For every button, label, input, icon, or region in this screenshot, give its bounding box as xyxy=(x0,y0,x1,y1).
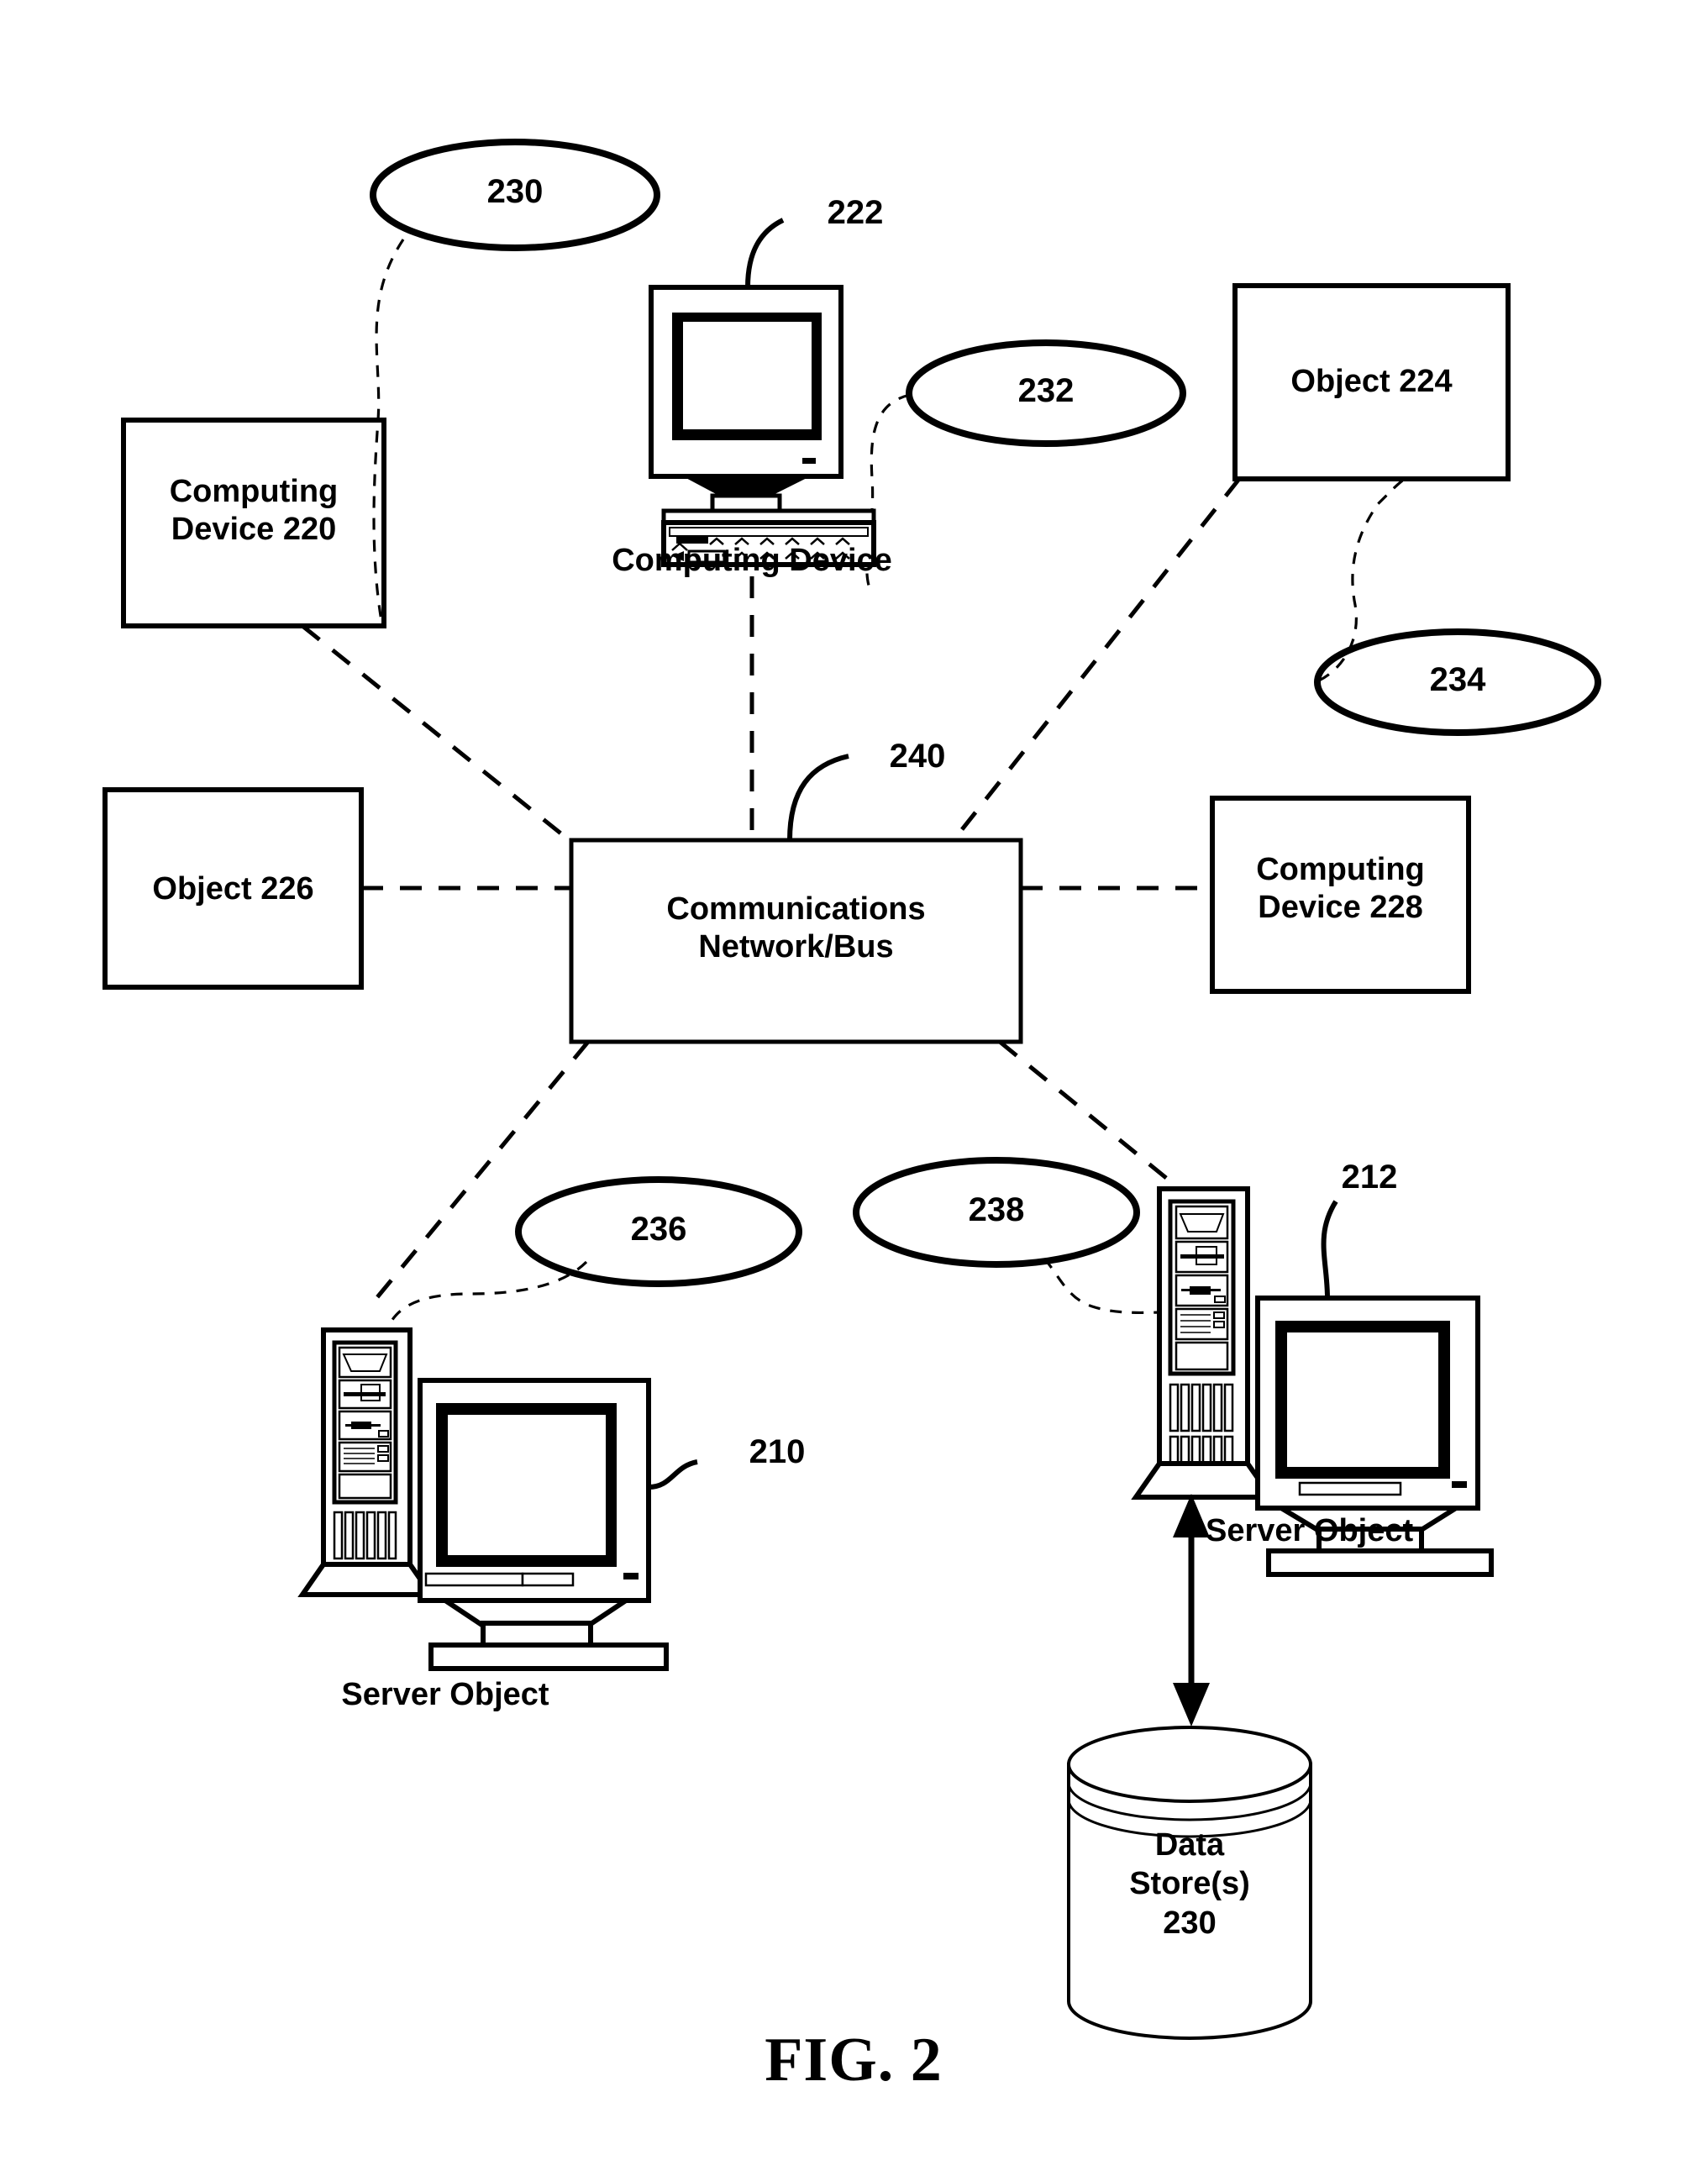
object-224-box xyxy=(1232,283,1511,481)
computing-device-228-box xyxy=(1210,796,1471,994)
keyboard-spacebar xyxy=(687,549,726,564)
server-bay-4-led-1 xyxy=(377,1445,389,1453)
leader-238 xyxy=(1043,1257,1164,1315)
data-store-cylinder xyxy=(1067,1726,1312,2040)
figure-caption: FIG. 2 xyxy=(765,2026,943,2095)
callout-238-ellipse xyxy=(853,1157,1140,1268)
server-bay-3-led xyxy=(378,1430,389,1438)
server-datastore-arrow xyxy=(1173,1494,1210,1727)
server-monitor-right-ctrl-strip xyxy=(1298,1481,1402,1496)
ref-222-leader xyxy=(745,218,785,288)
leader-236 xyxy=(385,1260,588,1332)
server-right-bay-2-slot xyxy=(1180,1254,1224,1259)
server-right-bay-4-led-1 xyxy=(1213,1311,1225,1319)
server-right-bay-blank-5 xyxy=(1175,1341,1229,1371)
ref-212-leader xyxy=(1321,1200,1338,1299)
server-monitor-right-screen xyxy=(1287,1332,1438,1467)
arrow-head-down xyxy=(1173,1683,1210,1727)
callout-234-ellipse xyxy=(1314,628,1601,736)
server-right-bay-3-led xyxy=(1214,1296,1226,1303)
object-226-box xyxy=(102,787,364,990)
keyboard-strip xyxy=(669,527,869,537)
server-monitor-left-ctrl-btn xyxy=(521,1572,575,1587)
computing-device-220-box xyxy=(121,418,386,628)
keyboard-key-block xyxy=(676,536,708,544)
server-bay-drive-1-detail xyxy=(342,1353,388,1372)
server-right-bay-3-tip-l xyxy=(1181,1289,1190,1291)
ref-240-leader xyxy=(787,754,849,841)
server-bay-2-slot xyxy=(344,1392,386,1396)
monitor-screen xyxy=(683,322,812,429)
link-obj224-network xyxy=(952,477,1241,842)
server-monitor-left-ctrl-strip xyxy=(424,1572,524,1587)
server-bay-3-slot xyxy=(351,1422,371,1429)
server-tower-left-base xyxy=(297,1562,436,1597)
callout-232-ellipse xyxy=(906,339,1186,447)
computing-device-222-icon xyxy=(649,218,876,567)
communications-network-bus-box xyxy=(569,838,1023,1044)
data-store-top-disc xyxy=(1067,1726,1312,1803)
server-right-bay-3-tip-r xyxy=(1210,1289,1221,1291)
ref-210-leader xyxy=(648,1459,698,1490)
server-monitor-left-screen xyxy=(448,1415,606,1555)
server-bay-blank-5 xyxy=(338,1473,392,1500)
server-monitor-right-base xyxy=(1266,1548,1494,1577)
server-monitor-right-led xyxy=(1452,1481,1467,1488)
server-bay-3-tip-l xyxy=(345,1424,353,1427)
server-monitor-left-led xyxy=(623,1573,639,1579)
arrow-head-up xyxy=(1173,1494,1210,1537)
server-right-bay-4-led-2 xyxy=(1213,1321,1225,1328)
server-object-210-icon xyxy=(297,1327,698,1671)
patent-figure-2: 230 222 232 Object 224 Computing Device … xyxy=(0,0,1708,2176)
callout-236-ellipse xyxy=(515,1176,802,1287)
power-indicator xyxy=(802,458,816,464)
server-right-bay-1-detail xyxy=(1179,1213,1225,1233)
server-tower-right-base xyxy=(1131,1461,1276,1500)
server-bay-4-led-2 xyxy=(377,1454,389,1462)
figure-canvas xyxy=(102,139,1601,2040)
server-monitor-left-base xyxy=(428,1643,669,1671)
callout-230-ellipse xyxy=(370,139,660,251)
server-bay-3-tip-r xyxy=(371,1424,381,1427)
server-right-bay-3-slot xyxy=(1190,1286,1211,1295)
